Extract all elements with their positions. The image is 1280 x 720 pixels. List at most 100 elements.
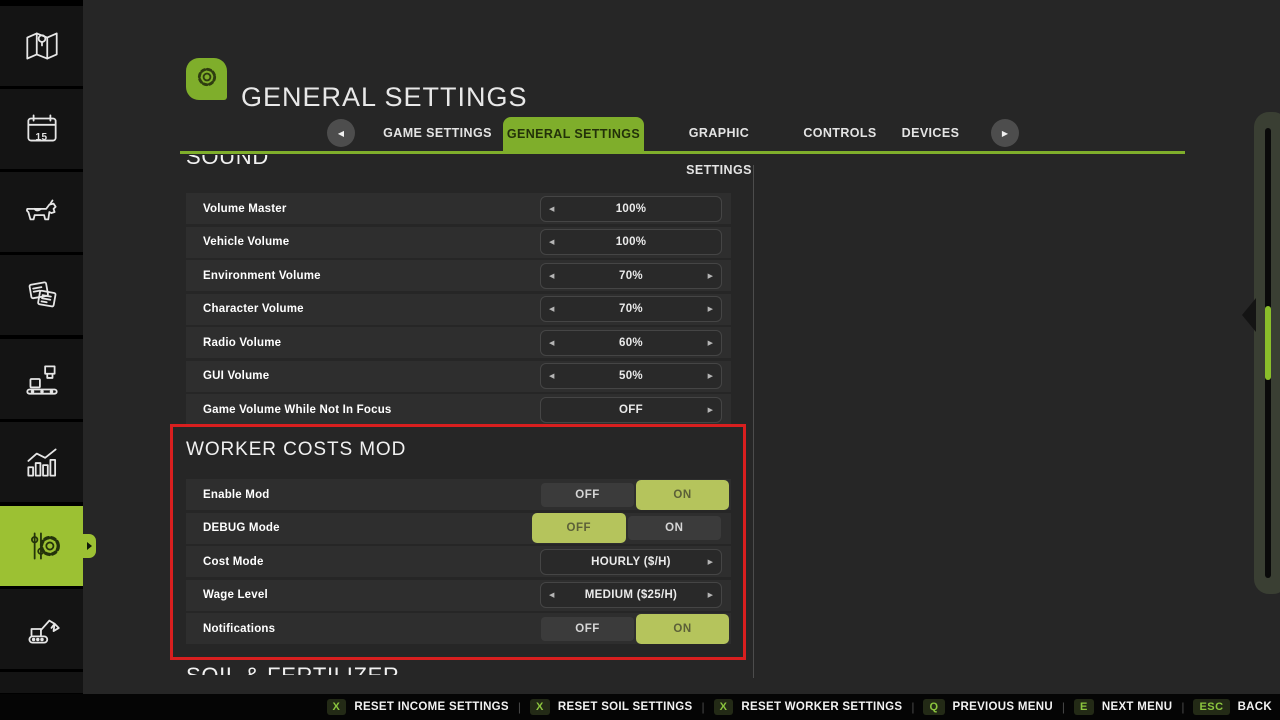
stepper-value: 100% [616, 236, 647, 248]
toggle-option-on[interactable]: ON [628, 516, 722, 540]
settings-row: Environment Volume◀70%▶ [186, 260, 731, 291]
stepper-value: HOURLY ($/H) [591, 556, 671, 568]
tab-general-settings[interactable]: GENERAL SETTINGS [503, 117, 644, 152]
toggle-option-off[interactable]: OFF [532, 513, 626, 543]
settings-row: Enable ModOFFON [186, 479, 731, 510]
page-scrollbar-thumb[interactable] [1265, 306, 1271, 380]
sidebar-item-statistics[interactable] [0, 422, 83, 502]
sidebar-active-indicator-arrow [83, 534, 96, 558]
setting-control: ◀ 70% ▶ [540, 296, 722, 322]
stepper-control[interactable]: ◀ 70% ▶ [540, 296, 722, 322]
tab-game-settings[interactable]: GAME SETTINGS [380, 115, 495, 152]
sidebar-item-animals[interactable] [0, 172, 83, 252]
stepper-right-arrow-icon[interactable]: ▶ [708, 264, 713, 288]
settings-list: SOUND Volume Master ◀ 100% Vehicle Volume ◀ 10… [186, 155, 731, 675]
key-badge: X [530, 699, 550, 715]
hint-label: NEXT MENU [1102, 701, 1172, 713]
sidebar-item-calendar[interactable]: 15 [0, 89, 83, 169]
stepper-control[interactable]: ◀ MEDIUM ($25/H) ▶ [540, 582, 722, 608]
page-title: GENERAL SETTINGS [241, 82, 528, 113]
tabs-next-button[interactable]: ▶ [991, 119, 1019, 147]
calendar-icon: 15 [21, 108, 63, 150]
setting-control: ◀ 100% [540, 196, 722, 222]
toggle-control: OFFON [540, 483, 722, 507]
stepper-control[interactable]: ◀ 50% ▶ [540, 363, 722, 389]
stepper-control[interactable]: HOURLY ($/H) ▶ [540, 549, 722, 575]
stepper-control[interactable]: ◀ 70% ▶ [540, 263, 722, 289]
stepper-left-arrow-icon[interactable]: ◀ [549, 583, 554, 607]
toggle-option-on[interactable]: ON [636, 480, 729, 510]
toggle-control: OFFON [540, 516, 722, 540]
construction-icon [21, 608, 63, 650]
tab-controls[interactable]: CONTROLS [795, 115, 885, 152]
key-badge: X [714, 699, 734, 715]
sidebar-item-construction[interactable] [0, 589, 83, 669]
key-badge: ESC [1193, 699, 1229, 715]
tab-devices[interactable]: DEVICES [888, 115, 973, 152]
toggle-option-off[interactable]: OFF [541, 617, 634, 641]
settings-scroll-viewport[interactable]: SOUND Volume Master ◀ 100% Vehicle Volume ◀ 10… [170, 155, 754, 675]
toggle-option-on[interactable]: ON [636, 614, 729, 644]
stepper-left-arrow-icon[interactable]: ◀ [549, 230, 554, 254]
section-title: SOUND [186, 155, 731, 169]
stepper-value: 70% [619, 270, 643, 282]
stepper-control[interactable]: ◀ 100% [540, 229, 722, 255]
sidebar-item-partial [0, 672, 83, 693]
stepper-left-arrow-icon[interactable]: ◀ [549, 297, 554, 321]
stepper-right-arrow-icon[interactable]: ▶ [708, 297, 713, 321]
stepper-control[interactable]: ◀ 60% ▶ [540, 330, 722, 356]
setting-label: Volume Master [186, 203, 540, 215]
hint-divider: | [701, 700, 704, 714]
hint-reset-worker-settings[interactable]: XRESET WORKER SETTINGS [714, 699, 903, 715]
hint-label: RESET SOIL SETTINGS [558, 701, 693, 713]
settings-row: Wage Level◀MEDIUM ($25/H)▶ [186, 580, 731, 611]
hint-next-menu[interactable]: ENEXT MENU [1074, 699, 1172, 715]
settings-row: Cost Mode HOURLY ($/H) ▶ [186, 546, 731, 577]
sidebar-item-production[interactable] [0, 339, 83, 419]
settings-row: Game Volume While Not In FocusOFF▶ [186, 394, 731, 425]
setting-label: Radio Volume [186, 337, 540, 349]
hint-reset-soil-settings[interactable]: X RESET SOIL SETTINGS [530, 699, 692, 715]
stepper-right-arrow-icon[interactable]: ▶ [708, 583, 713, 607]
stepper-value: 70% [619, 303, 643, 315]
stepper-value: 50% [619, 370, 643, 382]
setting-label: Vehicle Volume [186, 236, 540, 248]
production-icon [21, 358, 63, 400]
stepper-right-arrow-icon[interactable]: ▶ [708, 398, 713, 422]
section-title: WORKER COSTS MOD [186, 439, 731, 461]
hint-previous-menu[interactable]: QPREVIOUS MENU [923, 699, 1052, 715]
stepper-left-arrow-icon[interactable]: ◀ [549, 264, 554, 288]
stepper-left-arrow-icon[interactable]: ◀ [549, 197, 554, 221]
stepper-left-arrow-icon[interactable]: ◀ [549, 331, 554, 355]
tabs-prev-button[interactable]: ◀ [327, 119, 355, 147]
stepper-control[interactable]: OFF ▶ [540, 397, 722, 423]
hint-divider: | [1062, 700, 1065, 714]
tab-graphic-settings[interactable]: GRAPHIC SETTINGS [655, 115, 783, 152]
setting-label: Cost Mode [186, 556, 540, 568]
hint-label: PREVIOUS MENU [953, 701, 1053, 713]
stepper-right-arrow-icon[interactable]: ▶ [708, 331, 713, 355]
hint-reset-income-settings[interactable]: X RESET INCOME SETTINGS [327, 699, 509, 715]
settings-row: Radio Volume ◀ 60% ▶ [186, 327, 731, 358]
hint-divider: | [1181, 700, 1184, 714]
stepper-right-arrow-icon[interactable]: ▶ [708, 550, 713, 574]
hint-back[interactable]: ESCBACK [1193, 699, 1272, 715]
stepper-value: MEDIUM ($25/H) [585, 589, 677, 601]
stepper-value: OFF [619, 404, 643, 416]
sidebar-item-contracts[interactable] [0, 255, 83, 335]
keyboard-hints-bar: X RESET INCOME SETTINGS | X RESET SOIL SETTI… [0, 694, 1280, 720]
sidebar-item-map[interactable] [0, 6, 83, 86]
sidebar-item-settings[interactable] [0, 506, 83, 586]
stepper-value: 100% [616, 203, 647, 215]
settings-row: DEBUG ModeOFFON [186, 513, 731, 544]
stepper-right-arrow-icon[interactable]: ▶ [708, 364, 713, 388]
settings-row: Volume Master ◀ 100% [186, 193, 731, 224]
key-badge: X [327, 699, 347, 715]
setting-label: Character Volume [186, 303, 540, 315]
setting-control: ◀ 60% ▶ [540, 330, 722, 356]
toggle-option-off[interactable]: OFF [541, 483, 634, 507]
hint-label: RESET INCOME SETTINGS [354, 701, 509, 713]
stepper-value: 60% [619, 337, 643, 349]
stepper-left-arrow-icon[interactable]: ◀ [549, 364, 554, 388]
stepper-control[interactable]: ◀ 100% [540, 196, 722, 222]
